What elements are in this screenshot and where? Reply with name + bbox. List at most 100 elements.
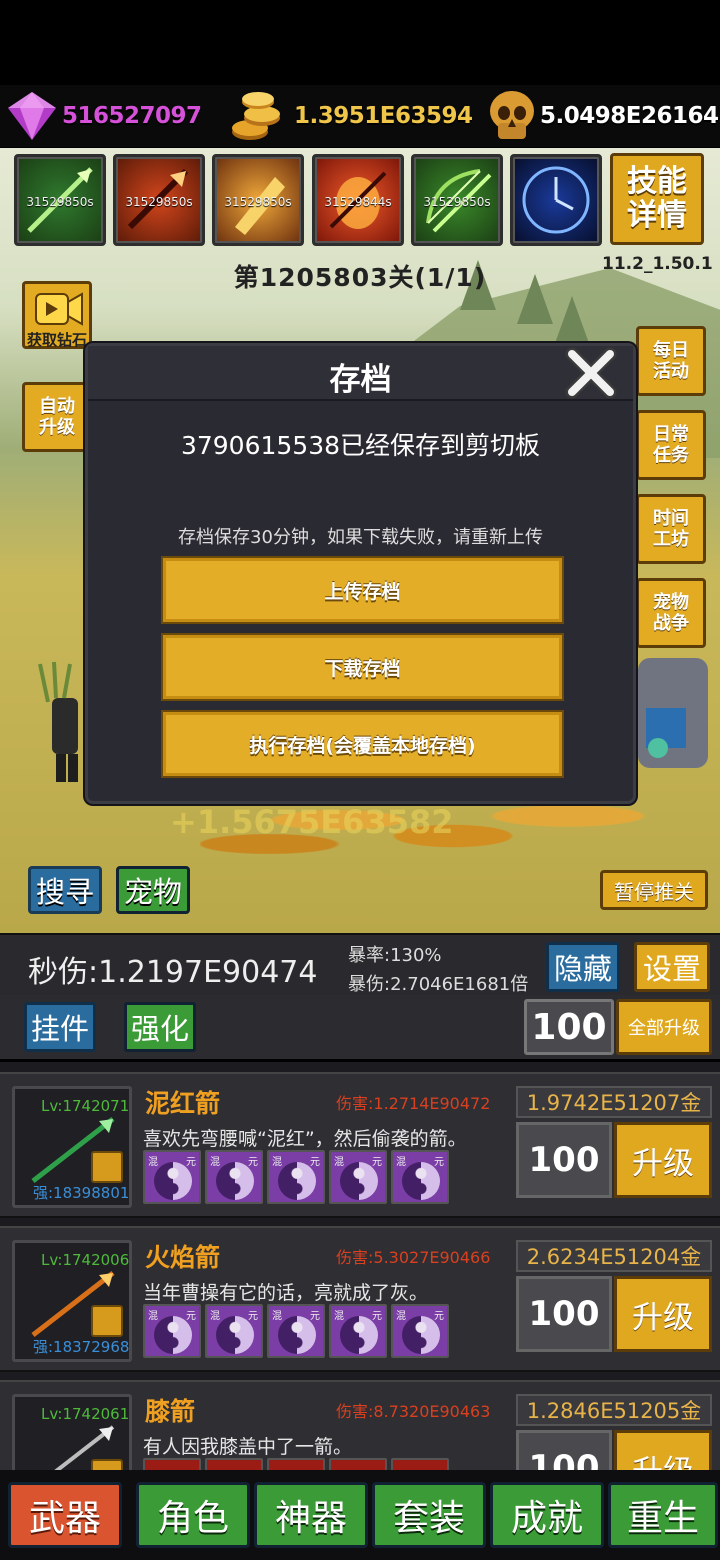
tab-equip[interactable]: 挂件 [24,1002,96,1052]
auto-upgrade-label: 自动 升级 [39,396,75,438]
hide-label: 隐藏 [553,952,612,986]
nav-character-label: 角色 [156,1498,229,1539]
skill-slot-3[interactable]: 31529850s [212,154,304,246]
weapon-strength: 强:18398801 [33,1184,130,1202]
weapon-damage: 伤害:5.3027E90466 [336,1248,491,1267]
weapon-damage: 伤害:8.7320E90463 [336,1402,491,1421]
daily-event-label: 每日 活动 [653,340,689,382]
pause-advance-button[interactable]: 暂停推关 [600,870,708,910]
settings-button[interactable]: 设置 [634,942,710,992]
clipboard-message: 3790615538已经保存到剪切板 [180,431,541,460]
skill-cooldown: 31529844s [324,195,392,209]
upgrade-button[interactable]: 升级 [614,1122,712,1198]
time-workshop-button[interactable]: 时间 工坊 [636,494,706,564]
nav-achievements[interactable]: 成就 [490,1482,604,1548]
save-note: 存档保存30分钟，如果下载失败，请重新上传 [178,527,543,548]
daily-event-button[interactable]: 每日 活动 [636,326,706,396]
upgrade-all-button[interactable]: 全部升级 [616,999,712,1055]
close-icon [565,347,617,399]
weapon-icon-box[interactable]: Lv:1742071 强:18398801 [12,1086,132,1208]
crit-rate: 暴率:130% [348,945,442,966]
enemy-character [638,658,708,768]
upgrade-label: 升级 [632,1446,694,1471]
stage-indicator: 第1205803关(1/1) [233,263,487,292]
skill-details-button[interactable]: 技能 详情 [610,153,704,245]
upgrade-count[interactable]: 100 [516,1276,612,1352]
weapon-row: Lv:1742061 膝箭 伤害:8.7320E90463 有人因我膝盖中了一箭… [0,1380,720,1470]
yin-yang-rune-icon[interactable]: 混元 [391,1304,449,1358]
nav-artifacts[interactable]: 神器 [254,1482,368,1548]
tab-enhance[interactable]: 强化 [124,1002,196,1052]
upgrade-count[interactable]: 100 [516,1430,612,1470]
flame-rune-icon[interactable] [329,1458,387,1470]
tab-enhance-label: 强化 [130,1012,189,1046]
nav-character[interactable]: 角色 [136,1482,250,1548]
nav-artifacts-label: 神器 [274,1498,347,1539]
rune-slots: 混元 混元 混元 混元 混元 [143,1150,449,1204]
download-save-button[interactable]: 下载存档 [163,635,562,699]
flame-rune-icon[interactable] [267,1458,325,1470]
upload-save-button[interactable]: 上传存档 [163,558,562,622]
tab-equip-label: 挂件 [30,1012,89,1046]
nav-rebirth[interactable]: 重生 [608,1482,718,1548]
execute-save-button[interactable]: 执行存档(会覆盖本地存档) [163,712,562,776]
upgrade-button[interactable]: 升级 [614,1276,712,1352]
flame-rune-icon[interactable] [143,1458,201,1470]
yin-yang-rune-icon[interactable]: 混元 [143,1150,201,1204]
hide-button[interactable]: 隐藏 [546,942,620,992]
diamond-icon [6,90,58,142]
close-button[interactable] [562,344,620,402]
yin-yang-rune-icon[interactable]: 混元 [143,1304,201,1358]
flame-rune-icon[interactable] [205,1458,263,1470]
pet-button[interactable]: 宠物 [116,866,190,914]
skill-cooldown: 31529850s [423,195,491,209]
stats-bar: 秒伤:1.2197E90474 暴率:130% 暴伤:2.7046E1681倍 … [0,933,720,995]
yin-yang-rune-icon[interactable]: 混元 [391,1150,449,1204]
download-save-label: 下载存档 [324,657,401,680]
settings-label: 设置 [642,952,701,986]
time-workshop-label: 时间 工坊 [653,508,689,550]
yin-yang-rune-icon[interactable]: 混元 [329,1304,387,1358]
weapon-icon-box[interactable]: Lv:1742061 [12,1394,132,1470]
search-button[interactable]: 搜寻 [28,866,102,914]
upgrade-count[interactable]: 100 [516,1122,612,1198]
yin-yang-rune-icon[interactable]: 混元 [329,1150,387,1204]
weapon-name: 膝箭 [145,1397,196,1426]
socket-gem-icon [91,1305,123,1337]
flame-rune-icon[interactable] [391,1458,449,1470]
weapon-row: Lv:1742006 强:18372968 火焰箭 伤害:5.3027E9046… [0,1226,720,1372]
skill-slot-5[interactable]: 31529850s [411,154,503,246]
clock-skill-icon [522,166,590,234]
daily-task-button[interactable]: 日常 任务 [636,410,706,480]
skill-slot-4[interactable]: 31529844s [312,154,404,246]
get-diamonds-label: 获取钻石 [26,331,87,349]
upgrade-all-label: 全部升级 [628,1018,700,1039]
yin-yang-rune-icon[interactable]: 混元 [267,1304,325,1358]
weapon-subtabs: 挂件 强化 100 全部升级 [0,995,720,1059]
skill-slot-2[interactable]: 31529850s [113,154,205,246]
yin-yang-rune-icon[interactable]: 混元 [205,1304,263,1358]
pet-war-button[interactable]: 宠物 战争 [636,578,706,648]
socket-gem-icon [91,1459,123,1470]
weapon-list[interactable]: Lv:1742071 强:18398801 泥红箭 伤害:1.2714E9047… [0,1062,720,1470]
auto-upgrade-button[interactable]: 自动 升级 [22,382,92,452]
diamond-counter: 516527097 [6,85,202,147]
weapon-icon-box[interactable]: Lv:1742006 强:18372968 [12,1240,132,1362]
upgrade-count-value: 100 [531,1006,607,1048]
upgrade-label: 升级 [632,1145,694,1182]
nav-sets[interactable]: 套装 [372,1482,486,1548]
weapon-row: Lv:1742071 强:18398801 泥红箭 伤害:1.2714E9047… [0,1072,720,1218]
weapon-damage: 伤害:1.2714E90472 [336,1094,491,1113]
gold-counter: 1.3951E63594 [228,85,473,147]
nav-weapons[interactable]: 武器 [8,1482,122,1548]
upgrade-button[interactable]: 升级 [614,1430,712,1470]
skill-slot-6[interactable] [510,154,602,246]
nav-sets-label: 套装 [392,1498,465,1539]
tree-decoration [554,296,590,346]
upgrade-count-selector[interactable]: 100 [524,999,614,1055]
skull-counter: 5.0498E26164 [486,85,719,147]
yin-yang-rune-icon[interactable]: 混元 [267,1150,325,1204]
pet-label: 宠物 [123,875,182,909]
skill-slot-1[interactable]: 31529850s [14,154,106,246]
yin-yang-rune-icon[interactable]: 混元 [205,1150,263,1204]
